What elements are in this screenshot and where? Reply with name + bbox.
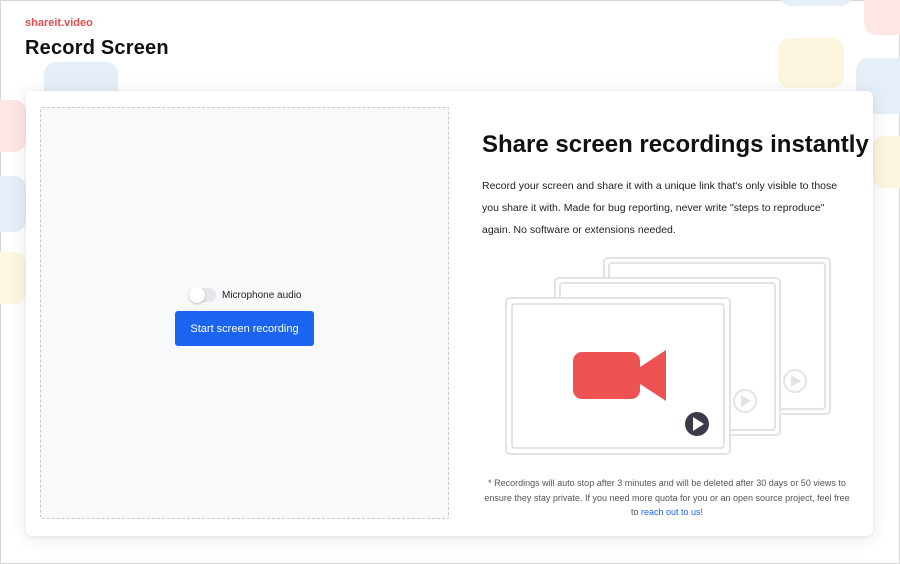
toggle-knob <box>189 287 205 303</box>
microphone-toggle[interactable] <box>189 287 216 303</box>
brand-logo[interactable]: shareit.video <box>25 17 93 29</box>
video-illustration <box>505 257 831 455</box>
decor-tile <box>780 0 852 6</box>
contact-link[interactable]: reach out to us <box>641 507 701 517</box>
decor-tile <box>864 0 900 35</box>
main-card: Microphone audio Start screen recording … <box>26 91 873 536</box>
decor-tile <box>778 38 844 88</box>
microphone-label: Microphone audio <box>222 289 302 301</box>
play-icon-back <box>783 369 807 393</box>
decor-tile <box>872 136 900 188</box>
microphone-toggle-row[interactable]: Microphone audio <box>189 287 302 303</box>
recording-area: Microphone audio Start screen recording <box>40 107 449 519</box>
play-icon-middle <box>733 389 757 413</box>
play-icon-front <box>685 412 709 436</box>
start-recording-button[interactable]: Start screen recording <box>175 311 314 346</box>
decor-tile <box>0 252 26 304</box>
privacy-footnote: * Recordings will auto stop after 3 minu… <box>481 476 853 520</box>
decor-tile <box>0 100 26 152</box>
info-headline: Share screen recordings instantly <box>482 131 869 158</box>
page-title: Record Screen <box>25 37 169 59</box>
decor-tile <box>0 176 26 232</box>
info-description: Record your screen and share it with a u… <box>482 180 838 236</box>
footnote-end: ! <box>700 507 704 517</box>
